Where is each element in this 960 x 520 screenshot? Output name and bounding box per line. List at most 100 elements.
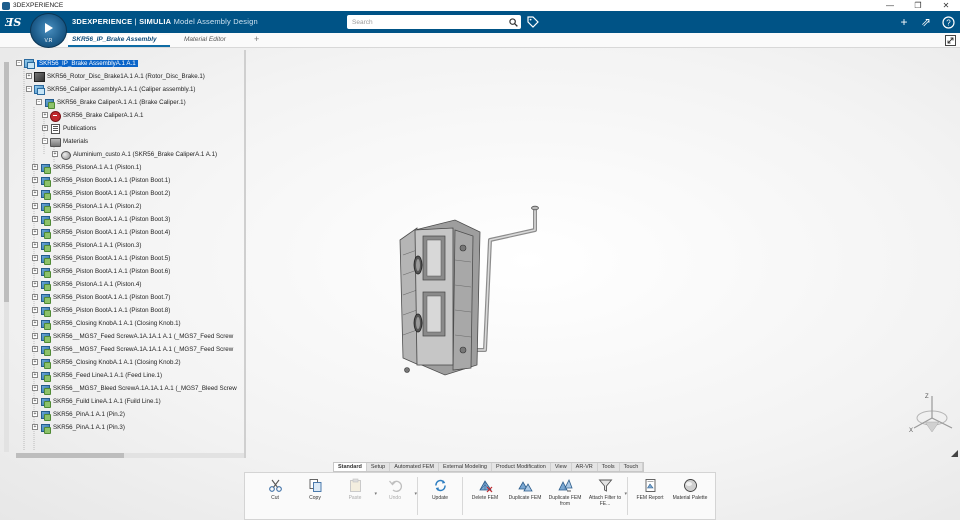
tree-node-label[interactable]: Materials — [63, 138, 88, 145]
scroll-thumb[interactable] — [16, 453, 124, 458]
axis-triad[interactable]: Z X — [900, 390, 960, 445]
undo-button[interactable]: Undo ▾ — [375, 473, 417, 519]
expand-toggle[interactable]: + — [32, 424, 38, 430]
section-tab-external-modeling[interactable]: External Modeling — [439, 463, 492, 471]
tree-node-label[interactable]: SKR56_PistonA.1 A.1 (Piston.4) — [53, 281, 141, 288]
section-tab-ar-vr[interactable]: AR-VR — [572, 463, 598, 471]
section-tab-setup[interactable]: Setup — [367, 463, 391, 471]
expand-toggle[interactable]: + — [32, 164, 38, 170]
tree-node[interactable]: + SKR56_Rotor_Disc_Brake1A.1 A.1 (Rotor_… — [26, 70, 205, 82]
tree-node-root[interactable]: − SKR56_IP_Brake AssemblyA.1 A.1 — [16, 57, 138, 69]
expand-toggle[interactable]: + — [32, 268, 38, 274]
tree-node[interactable]: + SKR56_Piston BootA.1 A.1 (Piston Boot.… — [32, 187, 170, 200]
expand-toggle[interactable]: + — [32, 242, 38, 248]
tree-node[interactable]: + SKR56_PinA.1 A.1 (Pin.2) — [32, 408, 125, 421]
minimize-button[interactable]: — — [876, 1, 904, 10]
material-palette-button[interactable]: Material Palette — [670, 473, 710, 519]
update-button[interactable]: Update — [420, 473, 460, 519]
close-button[interactable]: ✕ — [932, 1, 960, 10]
tree-node-label[interactable]: SKR56_Piston BootA.1 A.1 (Piston Boot.7) — [53, 294, 170, 301]
tree-horizontal-scrollbar[interactable] — [16, 453, 244, 458]
tree-node-label[interactable]: SKR56__MGS7_Feed ScrewA.1A.1A.1 A.1 (_MG… — [53, 346, 233, 353]
attach-filter-dropdown-icon[interactable]: ▾ — [624, 491, 627, 497]
expand-toggle[interactable]: + — [52, 151, 58, 157]
search-box[interactable]: Search — [347, 15, 521, 29]
duplicate-fem-from-button[interactable]: Duplicate FEM from — [545, 473, 585, 519]
tree-node-label[interactable]: SKR56_IP_Brake AssemblyA.1 A.1 — [37, 59, 138, 67]
scroll-thumb[interactable] — [4, 62, 9, 302]
section-tab-view[interactable]: View — [551, 463, 572, 471]
tree-node[interactable]: + SKR56_Piston BootA.1 A.1 (Piston Boot.… — [32, 265, 170, 278]
tree-node-label[interactable]: SKR56_Piston BootA.1 A.1 (Piston Boot.8) — [53, 307, 170, 314]
section-tab-touch[interactable]: Touch — [620, 463, 644, 471]
duplicate-fem-button[interactable]: Duplicate FEM — [505, 473, 545, 519]
tree-node-label[interactable]: SKR56_PistonA.1 A.1 (Piston.3) — [53, 242, 141, 249]
tree-node-label[interactable]: SKR56_Caliper assemblyA.1 A.1 (Caliper a… — [47, 86, 195, 93]
tree-node[interactable]: + Aluminium_custo A.1 (SKR56_Brake Calip… — [52, 148, 217, 160]
tree-node[interactable]: − Materials — [42, 135, 88, 147]
tree-node-label[interactable]: SKR56_PistonA.1 A.1 (Piston.1) — [53, 164, 141, 171]
expand-toggle[interactable]: + — [32, 385, 38, 391]
tree-node[interactable]: + Publications — [42, 122, 96, 134]
brake-caliper-model[interactable] — [385, 200, 555, 385]
tree-node[interactable]: + SKR56_Fuild LineA.1 A.1 (Fuild Line.1) — [32, 395, 161, 408]
tree-node-label[interactable]: SKR56_Brake CaliperA.1 A.1 (Brake Calipe… — [57, 99, 186, 106]
tree-node[interactable]: + SKR56__MGS7_Feed ScrewA.1A.1A.1 A.1 (_… — [32, 343, 233, 356]
section-tab-standard[interactable]: Standard — [334, 463, 367, 471]
tree-node[interactable]: + SKR56_PistonA.1 A.1 (Piston.3) — [32, 239, 141, 252]
expand-toggle[interactable]: + — [32, 190, 38, 196]
expand-toggle[interactable]: + — [32, 229, 38, 235]
expand-toggle[interactable]: + — [32, 281, 38, 287]
tree-node-label[interactable]: SKR56__MGS7_Feed ScrewA.1A.1A.1 A.1 (_MG… — [53, 333, 233, 340]
expand-toggle[interactable]: + — [32, 216, 38, 222]
tree-node-label[interactable]: SKR56_Brake CaliperA.1 A.1 — [63, 112, 143, 119]
tree-node[interactable]: + SKR56_PistonA.1 A.1 (Piston.1) — [32, 161, 141, 174]
tree-node[interactable]: + SKR56_Closing KnobA.1 A.1 (Closing Kno… — [32, 356, 181, 369]
expand-toggle[interactable]: + — [26, 73, 32, 79]
tree-node-label[interactable]: SKR56_Piston BootA.1 A.1 (Piston Boot.4) — [53, 229, 170, 236]
add-tab-button[interactable]: + — [250, 33, 263, 45]
expand-toggle[interactable]: + — [32, 346, 38, 352]
collapse-toggle[interactable]: − — [16, 60, 22, 66]
tree-node-label[interactable]: SKR56_PistonA.1 A.1 (Piston.2) — [53, 203, 141, 210]
tree-node[interactable]: + SKR56_PistonA.1 A.1 (Piston.2) — [32, 200, 141, 213]
section-tab-product-modification[interactable]: Product Modification — [492, 463, 551, 471]
tree-node-label[interactable]: Publications — [63, 125, 96, 132]
tree-node[interactable]: + SKR56_Piston BootA.1 A.1 (Piston Boot.… — [32, 213, 170, 226]
tree-node-label[interactable]: SKR56_Piston BootA.1 A.1 (Piston Boot.1) — [53, 177, 170, 184]
expand-toggle[interactable]: + — [42, 125, 48, 131]
expand-toggle[interactable]: + — [32, 372, 38, 378]
tree-node[interactable]: + SKR56_Piston BootA.1 A.1 (Piston Boot.… — [32, 291, 170, 304]
tag-icon[interactable] — [527, 16, 539, 28]
tree-node-label[interactable]: SKR56_Piston BootA.1 A.1 (Piston Boot.6) — [53, 268, 170, 275]
paste-button[interactable]: Paste ▾ — [335, 473, 377, 519]
tree-node[interactable]: + SKR56__MGS7_Feed ScrewA.1A.1A.1 A.1 (_… — [32, 330, 233, 343]
help-button[interactable]: ? — [940, 14, 956, 30]
delete-fem-button[interactable]: Delete FEM — [465, 473, 505, 519]
expand-toggle[interactable]: + — [32, 203, 38, 209]
add-button[interactable]: + — [896, 14, 912, 30]
fem-report-button[interactable]: FEM Report — [630, 473, 670, 519]
tree-node[interactable]: + SKR56__MGS7_Bleed ScrewA.1A.1A.1 A.1 (… — [32, 382, 237, 395]
expand-toggle[interactable]: + — [32, 177, 38, 183]
tree-node[interactable]: + SKR56_Piston BootA.1 A.1 (Piston Boot.… — [32, 252, 170, 265]
panel-splitter[interactable] — [244, 50, 246, 458]
tree-node-label[interactable]: SKR56_Closing KnobA.1 A.1 (Closing Knob.… — [53, 359, 181, 366]
collapse-toggle[interactable]: − — [42, 138, 48, 144]
tree-node[interactable]: + SKR56_Piston BootA.1 A.1 (Piston Boot.… — [32, 304, 170, 317]
tree-node-label[interactable]: SKR56_Piston BootA.1 A.1 (Piston Boot.3) — [53, 216, 170, 223]
search-icon[interactable] — [507, 16, 519, 28]
expand-toggle[interactable]: + — [32, 255, 38, 261]
collapse-toggle[interactable]: − — [36, 99, 42, 105]
tab-material-editor[interactable]: Material Editor — [180, 35, 230, 47]
tree-node[interactable]: − SKR56_Caliper assemblyA.1 A.1 (Caliper… — [26, 83, 195, 95]
tree-node[interactable]: + SKR56_Piston BootA.1 A.1 (Piston Boot.… — [32, 174, 170, 187]
tab-brake-assembly[interactable]: SKR56_IP_Brake Assembly — [68, 35, 170, 47]
tree-node-label[interactable]: SKR56_Fuild LineA.1 A.1 (Fuild Line.1) — [53, 398, 161, 405]
compass-button[interactable]: V.R — [30, 13, 67, 48]
tree-node[interactable]: + SKR56_Feed LineA.1 A.1 (Feed Line.1) — [32, 369, 162, 382]
tree-node-label[interactable]: SKR56_Piston BootA.1 A.1 (Piston Boot.5) — [53, 255, 170, 262]
expand-toggle[interactable]: + — [32, 398, 38, 404]
tree-node[interactable]: + SKR56_Piston BootA.1 A.1 (Piston Boot.… — [32, 226, 170, 239]
cut-button[interactable]: Cut — [255, 473, 295, 519]
